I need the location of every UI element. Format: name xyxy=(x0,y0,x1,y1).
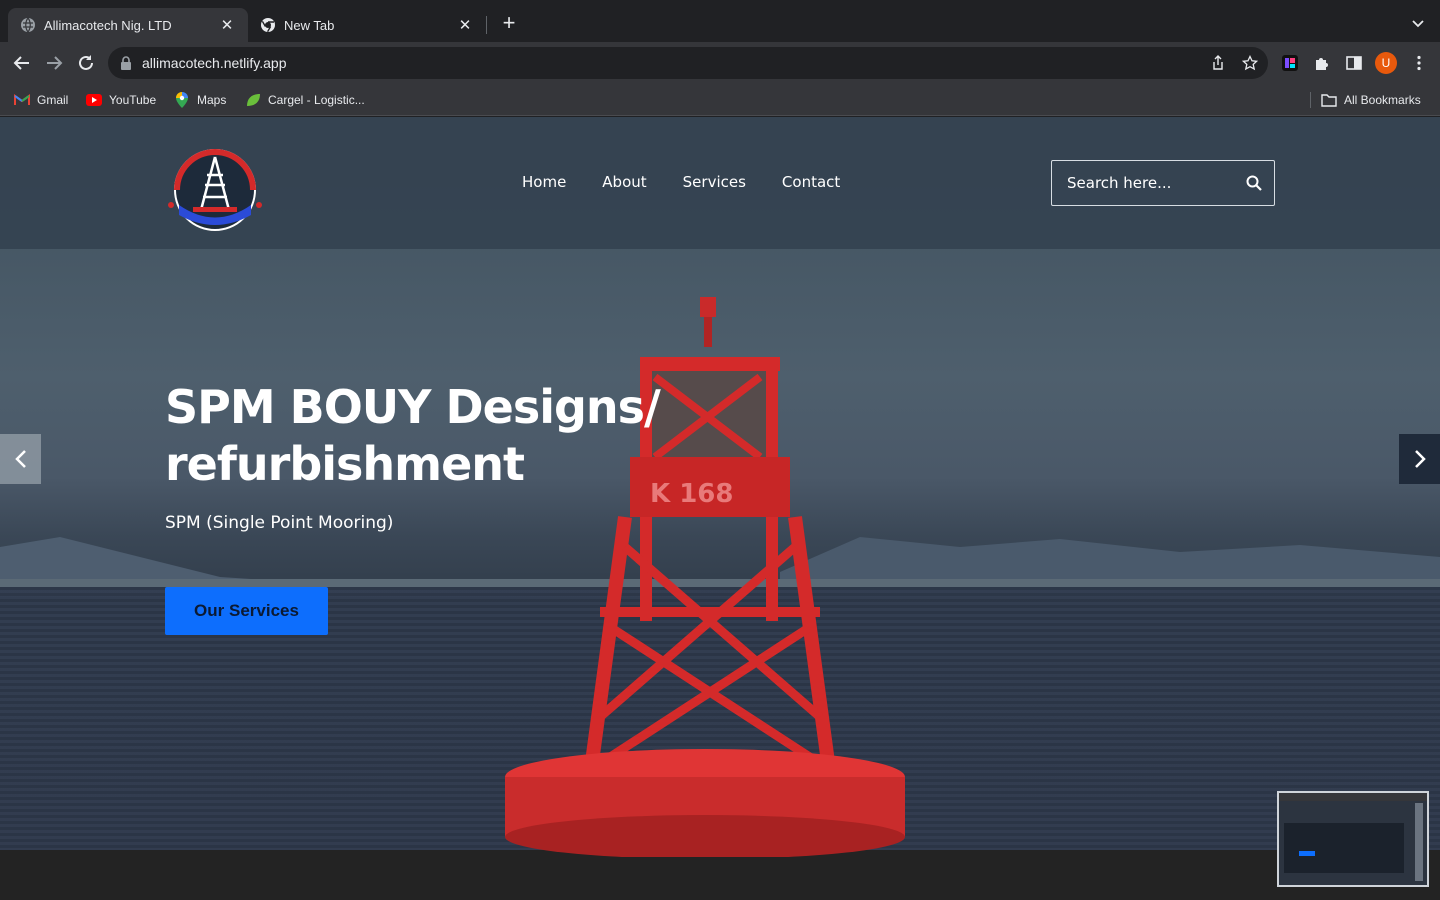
bookmark-label: Maps xyxy=(197,93,227,107)
cargel-icon xyxy=(245,92,261,108)
carousel-prev-button[interactable] xyxy=(0,434,41,484)
preview-thumbnail xyxy=(1279,793,1427,885)
menu-kebab-icon[interactable] xyxy=(1410,54,1428,72)
all-bookmarks-button[interactable]: All Bookmarks xyxy=(1321,92,1421,108)
browser-toolbar: allimacotech.netlify.app U xyxy=(0,42,1440,84)
search-input[interactable] xyxy=(1052,161,1242,205)
close-tab-icon[interactable]: ✕ xyxy=(218,16,236,34)
site-header: Home About Services Contact xyxy=(0,117,1440,249)
address-bar[interactable]: allimacotech.netlify.app xyxy=(108,47,1268,79)
tab-allimacotech[interactable]: Allimacotech Nig. LTD ✕ xyxy=(8,8,248,42)
bookmark-star-icon[interactable] xyxy=(1241,54,1259,71)
profile-avatar[interactable]: U xyxy=(1375,52,1397,74)
reload-icon[interactable] xyxy=(74,51,98,75)
nav-contact[interactable]: Contact xyxy=(782,173,840,191)
close-tab-icon[interactable]: ✕ xyxy=(456,16,474,34)
all-bookmarks-label: All Bookmarks xyxy=(1344,93,1421,107)
youtube-icon xyxy=(86,92,102,108)
chevron-right-icon xyxy=(1414,450,1426,468)
chevron-down-icon[interactable] xyxy=(1410,15,1426,31)
website-viewport: K 168 Home About Services Contact Search… xyxy=(0,117,1440,900)
maps-icon xyxy=(174,92,190,108)
gmail-icon xyxy=(14,92,30,108)
site-search xyxy=(1051,160,1275,206)
tab-title: New Tab xyxy=(284,17,335,33)
tab-strip: Allimacotech Nig. LTD ✕ New Tab ✕ + xyxy=(0,0,1440,42)
tab-separator xyxy=(486,16,487,34)
folder-icon xyxy=(1321,92,1337,108)
main-nav: Home About Services Contact xyxy=(522,173,876,191)
our-services-button[interactable]: Our Services xyxy=(165,587,328,635)
picture-in-picture-preview[interactable] xyxy=(1277,791,1429,887)
lock-icon[interactable] xyxy=(120,56,132,70)
carousel-next-button[interactable] xyxy=(1399,434,1440,484)
hero-slide: K 168 Home About Services Contact Search… xyxy=(0,117,1440,857)
globe-icon xyxy=(20,17,36,33)
bookmarks-divider xyxy=(1310,92,1311,108)
bookmarks-bar: Gmail YouTube Maps Cargel - Logistic... … xyxy=(0,84,1440,116)
url-text[interactable]: allimacotech.netlify.app xyxy=(142,55,286,71)
tab-new-tab[interactable]: New Tab ✕ xyxy=(248,8,486,42)
bookmark-label: Gmail xyxy=(37,93,69,107)
tab-title: Allimacotech Nig. LTD xyxy=(44,17,172,33)
hero-subtitle: SPM (Single Point Mooring) xyxy=(165,513,394,533)
chevron-left-icon xyxy=(14,450,26,468)
bookmark-label: Cargel - Logistic... xyxy=(268,93,365,107)
side-panel-icon[interactable] xyxy=(1345,54,1363,72)
bookmark-cargel[interactable]: Cargel - Logistic... xyxy=(245,92,365,108)
bookmark-label: YouTube xyxy=(109,93,157,107)
new-tab-button[interactable]: + xyxy=(498,12,520,35)
nav-about[interactable]: About xyxy=(602,173,646,191)
bookmark-maps[interactable]: Maps xyxy=(174,92,226,108)
bookmark-gmail[interactable]: Gmail xyxy=(14,92,68,108)
puzzle-extensions-icon[interactable] xyxy=(1313,54,1331,72)
nav-services[interactable]: Services xyxy=(683,173,746,191)
chrome-icon xyxy=(260,17,276,33)
nav-home[interactable]: Home xyxy=(522,173,566,191)
bookmark-youtube[interactable]: YouTube xyxy=(86,92,156,108)
share-icon[interactable] xyxy=(1210,55,1226,71)
allimacotech-logo[interactable] xyxy=(163,135,267,235)
forward-arrow-icon[interactable] xyxy=(42,51,66,75)
back-arrow-icon[interactable] xyxy=(10,51,34,75)
hero-title: SPM BOUY Designs/ refurbishment xyxy=(165,380,661,491)
search-icon[interactable] xyxy=(1246,175,1262,191)
extension-icon[interactable] xyxy=(1281,54,1299,72)
